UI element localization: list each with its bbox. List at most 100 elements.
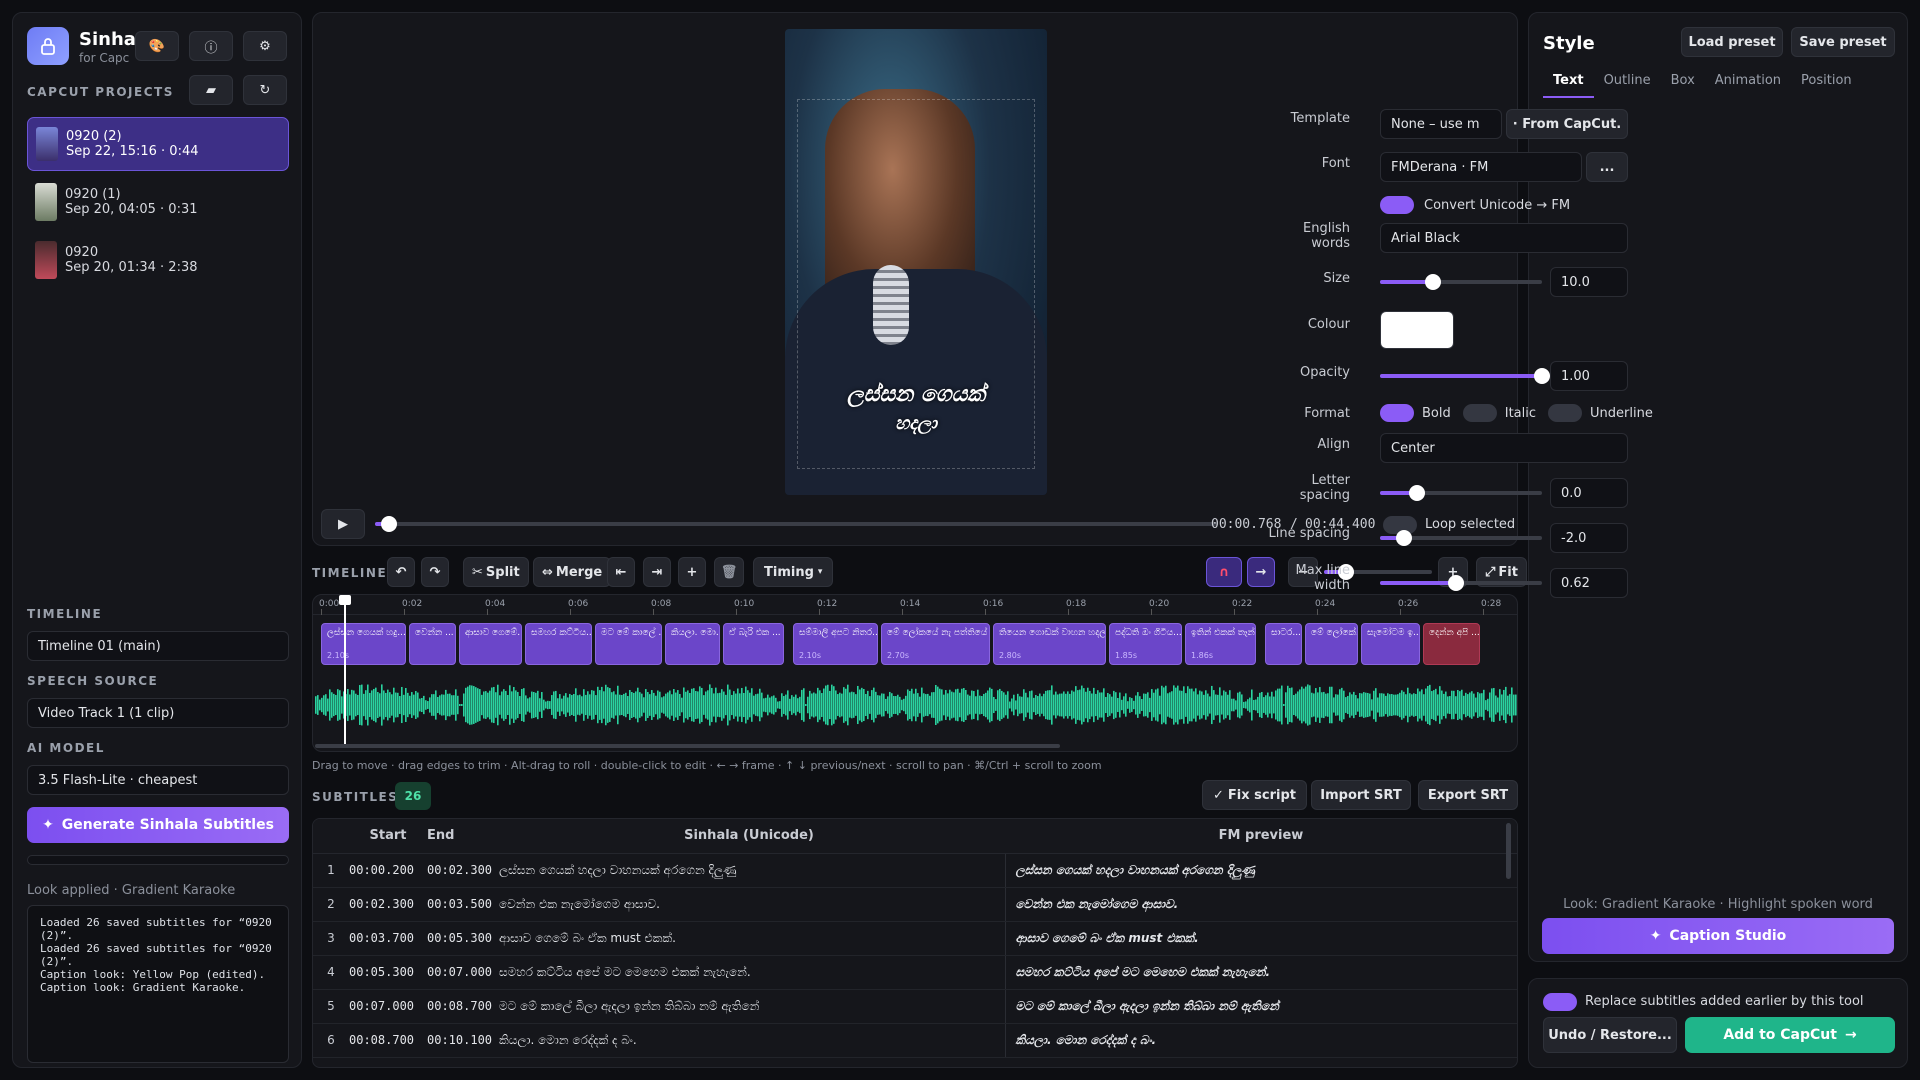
- colour-swatch[interactable]: [1380, 311, 1454, 349]
- subtitle-clip[interactable]: පද්ධති ඔං ගිටිය... 1.85s: [1109, 623, 1182, 665]
- table-row[interactable]: 4 00:05.300 00:07.000 සමහර කට්ටිය අපේ මට මෙ…: [313, 955, 1517, 990]
- end-time[interactable]: 00:03.500: [427, 887, 493, 922]
- export-srt-button[interactable]: Export SRT: [1418, 780, 1518, 810]
- convert-unicode-toggle[interactable]: [1380, 196, 1414, 214]
- snap-magnet-button[interactable]: ∩: [1206, 557, 1242, 587]
- load-preset-button[interactable]: Load preset: [1681, 27, 1783, 57]
- table-row[interactable]: 6 00:08.700 00:10.100 කියලා. මොන රෙද්දක් ද …: [313, 1023, 1517, 1058]
- subtitle-clip[interactable]: ඉතින් එකක් තෑන්... 1.86s: [1185, 623, 1256, 665]
- max-line-width-input[interactable]: 0.62: [1550, 568, 1628, 598]
- start-time[interactable]: 00:08.700: [349, 1023, 427, 1058]
- timeline-select[interactable]: Timeline 01 (main): [27, 631, 289, 661]
- add-subtitle-button[interactable]: +: [678, 557, 706, 587]
- subtitle-clip[interactable]: සම්මාලි අපට නිතර... 2.10s: [793, 623, 878, 665]
- subtitle-clip[interactable]: සැමෝටම ඉ...: [1361, 623, 1420, 665]
- subtitle-clip[interactable]: මේ ලෝකයේ නැ පත්තියේ ... 2.70s: [881, 623, 990, 665]
- max-line-width-slider[interactable]: [1380, 575, 1542, 591]
- end-time[interactable]: 00:10.100: [427, 1023, 493, 1058]
- font-select[interactable]: FMDerana · FM: [1380, 152, 1582, 182]
- table-row[interactable]: 5 00:07.000 00:08.700 මට මේ කාලේ බීලා ඇදලා …: [313, 989, 1517, 1024]
- replace-subtitles-toggle[interactable]: [1543, 993, 1577, 1011]
- start-time[interactable]: 00:02.300: [349, 887, 427, 922]
- redo-button[interactable]: ↷: [421, 557, 449, 587]
- subtitle-clip[interactable]: තියෙන ගොඩක් වාහන හදලා... 2.80s: [993, 623, 1106, 665]
- delete-button[interactable]: 🗑: [714, 557, 744, 587]
- playhead[interactable]: [344, 595, 346, 745]
- line-spacing-input[interactable]: -2.0: [1550, 523, 1628, 553]
- project-item[interactable]: 0920 (1) Sep 20, 04:05 · 0:31: [27, 175, 289, 229]
- import-srt-button[interactable]: Import SRT: [1311, 780, 1411, 810]
- theme-button[interactable]: 🎨: [135, 31, 179, 61]
- sinhala-text[interactable]: ආසාව ගෙමේ බං ඒක must එකක්.: [493, 921, 1005, 956]
- template-select[interactable]: None – use m: [1380, 109, 1502, 139]
- size-slider[interactable]: [1380, 274, 1542, 290]
- subtitle-clip[interactable]: සාටර...: [1265, 623, 1302, 665]
- column-sinhala[interactable]: Sinhala (Unicode): [493, 819, 1005, 854]
- video-frame[interactable]: ලස්සන ගෙයක් හදලා: [785, 29, 1047, 495]
- subtitle-clip[interactable]: ලස්සන ගෙයක් හදු... 2.10s: [321, 623, 406, 665]
- column-start[interactable]: Start: [349, 819, 427, 854]
- table-row[interactable]: 1 00:00.200 00:02.300 ලස්සන ගෙයක් හදලා වාහන…: [313, 853, 1517, 888]
- merge-button[interactable]: ⇔ Merge: [533, 557, 612, 587]
- open-folder-button[interactable]: ▰: [189, 75, 233, 105]
- subtitle-clip[interactable]: සමහර කට්ටිය...: [525, 623, 592, 665]
- playback-scrubber[interactable]: [375, 516, 1217, 532]
- trim-end-button[interactable]: ⇥: [643, 557, 671, 587]
- undo-restore-button[interactable]: Undo / Restore...: [1543, 1017, 1677, 1053]
- refresh-button[interactable]: ↻: [243, 75, 287, 105]
- sinhala-text[interactable]: වෙන්න එක නැමෝගෙම ආසාව.: [493, 887, 1005, 922]
- start-time[interactable]: 00:03.700: [349, 921, 427, 956]
- start-time[interactable]: 00:07.000: [349, 989, 427, 1024]
- opacity-slider[interactable]: [1380, 368, 1550, 384]
- fix-script-button[interactable]: ✓ Fix script: [1202, 780, 1307, 810]
- table-scrollbar[interactable]: [1506, 823, 1511, 879]
- line-spacing-slider[interactable]: [1380, 530, 1542, 546]
- project-item[interactable]: 0920 (2) Sep 22, 15:16 · 0:44: [27, 117, 289, 171]
- tab-animation[interactable]: Animation: [1705, 73, 1791, 98]
- undo-button[interactable]: ↶: [387, 557, 415, 587]
- from-capcut-button[interactable]: · From CapCut.: [1506, 109, 1628, 139]
- letter-spacing-slider[interactable]: [1380, 485, 1542, 501]
- subtitle-clip[interactable]: ඒ බැරි එක ...: [723, 623, 784, 665]
- playhead-handle[interactable]: [339, 595, 351, 605]
- italic-toggle[interactable]: [1462, 404, 1497, 422]
- align-select[interactable]: Center: [1380, 433, 1628, 463]
- sinhala-text[interactable]: කියලා. මොන රෙද්දක් ද බං.: [493, 1023, 1005, 1058]
- table-row[interactable]: 2 00:02.300 00:03.500 වෙන්න එක නැමෝගෙම ආසාව…: [313, 887, 1517, 922]
- subtitle-clip[interactable]: ආසාව ගෙමේ...: [459, 623, 522, 665]
- tab-text[interactable]: Text: [1543, 73, 1594, 98]
- end-time[interactable]: 00:08.700: [427, 989, 493, 1024]
- split-button[interactable]: ✂ Split: [463, 557, 529, 587]
- tab-position[interactable]: Position: [1791, 73, 1862, 98]
- trim-start-button[interactable]: ⇤: [607, 557, 635, 587]
- sinhala-text[interactable]: ලස්සන ගෙයක් හදලා වාහනයක් අරගෙන දිලුණු: [493, 853, 1005, 888]
- settings-button[interactable]: ⚙: [243, 31, 287, 61]
- start-time[interactable]: 00:00.200: [349, 853, 427, 888]
- column-fm-preview[interactable]: FM preview: [1005, 819, 1517, 854]
- underline-toggle[interactable]: [1548, 404, 1583, 422]
- end-time[interactable]: 00:02.300: [427, 853, 493, 888]
- save-preset-button[interactable]: Save preset: [1791, 27, 1895, 57]
- english-font-select[interactable]: Arial Black: [1380, 223, 1628, 253]
- play-button[interactable]: ▶: [321, 509, 365, 539]
- start-time[interactable]: 00:05.300: [349, 955, 427, 990]
- horizontal-scrollbar[interactable]: [315, 744, 1060, 748]
- end-time[interactable]: 00:07.000: [427, 955, 493, 990]
- caption-studio-button[interactable]: ✦ Caption Studio: [1542, 918, 1894, 954]
- generate-subtitles-button[interactable]: ✦ Generate Sinhala Subtitles: [27, 807, 289, 843]
- tab-outline[interactable]: Outline: [1594, 73, 1661, 98]
- table-row[interactable]: 3 00:03.700 00:05.300 ආසාව ගෙමේ බං ඒක must …: [313, 921, 1517, 956]
- project-item[interactable]: 0920 Sep 20, 01:34 · 2:38: [27, 233, 289, 287]
- add-to-capcut-button[interactable]: Add to CapCut →: [1685, 1017, 1895, 1053]
- timing-dropdown[interactable]: Timing ▾: [753, 557, 834, 587]
- speech-source-select[interactable]: Video Track 1 (1 clip): [27, 698, 289, 728]
- bold-toggle[interactable]: [1380, 404, 1414, 422]
- column-end[interactable]: End: [427, 819, 493, 854]
- tab-box[interactable]: Box: [1661, 73, 1705, 98]
- subtitle-clip[interactable]: මට මේ කාලේ ...: [595, 623, 662, 665]
- sinhala-text[interactable]: සමහර කට්ටිය අපේ මට මෙහෙම එකක් නැහැනේ.: [493, 955, 1005, 990]
- subtitle-clip[interactable]: කියලා. මො...: [665, 623, 720, 665]
- subtitle-clip[interactable]: මේ ලෝකේ...: [1305, 623, 1358, 665]
- info-button[interactable]: ⓘ: [189, 31, 233, 61]
- font-more-button[interactable]: ...: [1586, 152, 1628, 182]
